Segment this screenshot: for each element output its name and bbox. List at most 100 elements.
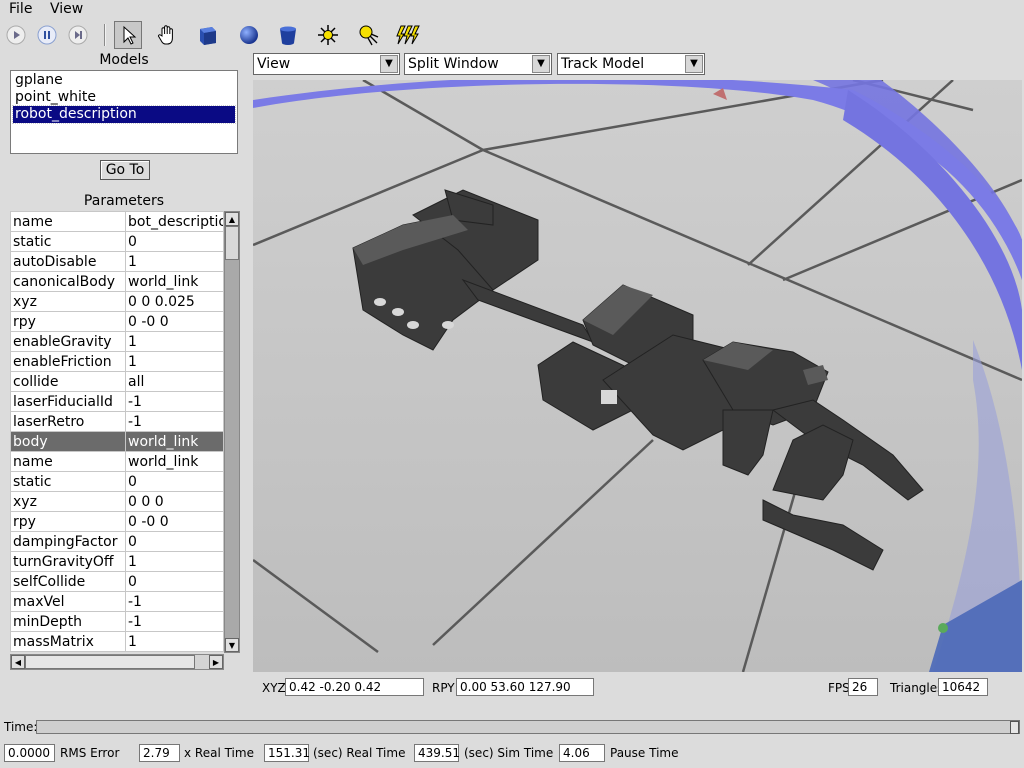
- parameter-key: rpy: [10, 311, 126, 332]
- parameter-value[interactable]: 0: [125, 531, 224, 552]
- toolbar: [0, 18, 1024, 52]
- scroll-left-arrow[interactable]: ◀: [11, 655, 25, 669]
- parameter-value[interactable]: 1: [125, 631, 224, 652]
- parameter-row[interactable]: static 0: [10, 471, 224, 492]
- split-combo-label: Split Window: [408, 56, 499, 72]
- parameter-row[interactable]: selfCollide 0: [10, 571, 224, 592]
- parameter-key: static: [10, 231, 126, 252]
- parameters-horizontal-scrollbar[interactable]: ◀ ▶: [10, 654, 224, 670]
- parameter-row[interactable]: xyz 0 0 0: [10, 491, 224, 512]
- parameter-value[interactable]: -1: [125, 391, 224, 412]
- parameter-row[interactable]: minDepth -1: [10, 611, 224, 632]
- menu-bar: File View: [0, 0, 1024, 18]
- light-spot-icon: [359, 25, 379, 46]
- add-directional-light-button[interactable]: [394, 21, 422, 49]
- parameter-value[interactable]: world_link: [125, 451, 224, 472]
- real-time-label: (sec) Real Time: [313, 746, 406, 760]
- parameter-row[interactable]: rpy 0 -0 0: [10, 511, 224, 532]
- goto-button[interactable]: Go To: [100, 160, 150, 180]
- sim-time-label: (sec) Sim Time: [464, 746, 554, 760]
- pause-button[interactable]: [33, 21, 61, 49]
- parameter-row[interactable]: rpy 0 -0 0: [10, 311, 224, 332]
- view-combo[interactable]: View ▼: [253, 53, 400, 75]
- scroll-up-arrow[interactable]: ▲: [225, 212, 239, 226]
- parameter-value[interactable]: -1: [125, 591, 224, 612]
- parameter-row[interactable]: turnGravityOff 1: [10, 551, 224, 572]
- parameter-value[interactable]: 1: [125, 351, 224, 372]
- step-icon: [68, 25, 88, 45]
- triangles-field: 10642: [938, 678, 988, 696]
- parameter-value[interactable]: bot_descriptio: [125, 211, 224, 232]
- xyz-field: 0.42 -0.20 0.42: [285, 678, 424, 696]
- parameters-vertical-scrollbar[interactable]: ▲ ▼: [224, 211, 240, 653]
- model-item[interactable]: gplane: [13, 72, 235, 89]
- model-item[interactable]: point_white: [13, 89, 235, 106]
- parameter-row[interactable]: massMatrix 1: [10, 631, 224, 652]
- play-button[interactable]: [2, 21, 30, 49]
- parameter-key: maxVel: [10, 591, 126, 612]
- parameter-row[interactable]: collide all: [10, 371, 224, 392]
- split-window-combo[interactable]: Split Window ▼: [404, 53, 552, 75]
- parameter-value[interactable]: world_link: [125, 431, 224, 452]
- scroll-right-arrow[interactable]: ▶: [209, 655, 223, 669]
- parameter-row[interactable]: laserFiducialId -1: [10, 391, 224, 412]
- parameter-row[interactable]: static 0: [10, 231, 224, 252]
- parameter-row[interactable]: body world_link: [10, 431, 224, 452]
- parameter-row[interactable]: enableFriction 1: [10, 351, 224, 372]
- parameter-key: laserRetro: [10, 411, 126, 432]
- parameter-row[interactable]: name bot_descriptio: [10, 211, 224, 232]
- parameter-value[interactable]: 0 -0 0: [125, 511, 224, 532]
- parameter-value[interactable]: -1: [125, 611, 224, 632]
- parameter-key: xyz: [10, 291, 126, 312]
- add-point-light-button[interactable]: [314, 21, 342, 49]
- parameter-value[interactable]: all: [125, 371, 224, 392]
- add-cylinder-button[interactable]: [274, 21, 302, 49]
- parameter-row[interactable]: dampingFactor 0: [10, 531, 224, 552]
- models-list[interactable]: gplane point_white robot_description: [10, 70, 238, 154]
- parameter-row[interactable]: laserRetro -1: [10, 411, 224, 432]
- parameter-value[interactable]: 0: [125, 571, 224, 592]
- parameter-value[interactable]: world_link: [125, 271, 224, 292]
- parameter-row[interactable]: canonicalBody world_link: [10, 271, 224, 292]
- add-box-button[interactable]: [194, 21, 222, 49]
- parameter-key: static: [10, 471, 126, 492]
- select-mode-button[interactable]: [114, 21, 142, 49]
- horizontal-scroll-thumb[interactable]: [25, 655, 195, 669]
- track-model-combo[interactable]: Track Model ▼: [557, 53, 705, 75]
- parameter-value[interactable]: 0: [125, 231, 224, 252]
- parameter-row[interactable]: enableGravity 1: [10, 331, 224, 352]
- parameter-key: xyz: [10, 491, 126, 512]
- rpy-label: RPY: [432, 681, 455, 695]
- parameter-value[interactable]: 1: [125, 251, 224, 272]
- parameter-value[interactable]: 0 -0 0: [125, 311, 224, 332]
- step-button[interactable]: [64, 21, 92, 49]
- parameter-key: canonicalBody: [10, 271, 126, 292]
- parameter-value[interactable]: -1: [125, 411, 224, 432]
- vertical-scroll-thumb[interactable]: [225, 226, 239, 260]
- parameter-row[interactable]: name world_link: [10, 451, 224, 472]
- parameter-key: selfCollide: [10, 571, 126, 592]
- scroll-down-arrow[interactable]: ▼: [225, 638, 239, 652]
- pan-mode-button[interactable]: [153, 21, 181, 49]
- parameter-value[interactable]: 0 0 0.025: [125, 291, 224, 312]
- menu-view[interactable]: View: [50, 1, 83, 17]
- parameter-value[interactable]: 1: [125, 551, 224, 572]
- parameter-row[interactable]: maxVel -1: [10, 591, 224, 612]
- parameter-value[interactable]: 0 0 0: [125, 491, 224, 512]
- view-combo-label: View: [257, 56, 291, 72]
- time-slider[interactable]: [36, 720, 1020, 734]
- menu-file[interactable]: File: [9, 1, 32, 17]
- light-directional-icon: [396, 25, 420, 45]
- add-sphere-button[interactable]: [235, 21, 263, 49]
- parameter-row[interactable]: autoDisable 1: [10, 251, 224, 272]
- parameters-title: Parameters: [83, 193, 165, 209]
- parameter-value[interactable]: 1: [125, 331, 224, 352]
- model-item[interactable]: robot_description: [12, 105, 236, 124]
- sim-time-field: 439.51: [414, 744, 460, 762]
- 3d-viewport[interactable]: [253, 80, 1022, 672]
- parameter-key: name: [10, 451, 126, 472]
- time-slider-handle[interactable]: [1010, 721, 1019, 734]
- add-spot-light-button[interactable]: [354, 21, 382, 49]
- parameter-row[interactable]: xyz 0 0 0.025: [10, 291, 224, 312]
- parameter-value[interactable]: 0: [125, 471, 224, 492]
